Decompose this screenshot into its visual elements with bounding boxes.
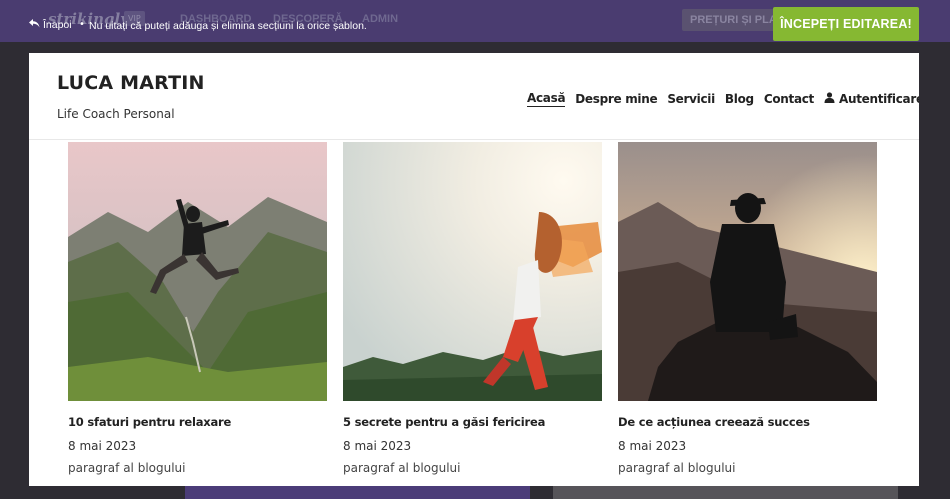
template-hint: Nu uitați că puteți adăuga și elimina se… [89, 20, 367, 32]
blog-post-card[interactable]: 10 sfaturi pentru relaxare 8 mai 2023 pa… [68, 142, 327, 475]
post-date: 8 mai 2023 [343, 439, 412, 453]
back-link[interactable]: Înapoi [29, 19, 72, 31]
template-preview: LUCA MARTIN Life Coach Personal Acasă De… [29, 53, 919, 486]
blog-post-card[interactable]: De ce acțiunea creează succes 8 mai 2023… [618, 142, 877, 475]
nav-login[interactable]: Autentificare [824, 92, 919, 106]
post-date: 8 mai 2023 [618, 439, 687, 453]
site-title: LUCA MARTIN [57, 72, 205, 94]
separator-dot: • [79, 19, 85, 30]
site-nav: Acasă Despre mine Servicii Blog Contact … [527, 91, 919, 107]
post-title[interactable]: 5 secrete pentru a găsi fericirea [343, 415, 602, 429]
post-title[interactable]: De ce acțiunea creează succes [618, 415, 877, 429]
sunset-summit-photo [618, 142, 877, 401]
preview-toolbar: Înapoi • Nu uitați că puteți adăuga și e… [0, 0, 950, 42]
nav-home[interactable]: Acasă [527, 91, 566, 107]
post-excerpt: paragraf al blogului [343, 461, 461, 475]
mountain-jump-photo [68, 142, 327, 401]
post-title[interactable]: 10 sfaturi pentru relaxare [68, 415, 327, 429]
blog-post-card[interactable]: 5 secrete pentru a găsi fericirea 8 mai … [343, 142, 602, 475]
site-header: LUCA MARTIN Life Coach Personal Acasă De… [29, 53, 919, 140]
user-icon [824, 92, 835, 106]
nav-contact[interactable]: Contact [764, 92, 814, 106]
post-excerpt: paragraf al blogului [618, 461, 736, 475]
sunlight-dancer-photo [343, 142, 602, 401]
nav-services[interactable]: Servicii [667, 92, 715, 106]
nav-about[interactable]: Despre mine [575, 92, 657, 106]
back-arrow-icon [29, 19, 40, 31]
background-section-right [553, 486, 898, 499]
post-excerpt: paragraf al blogului [68, 461, 186, 475]
login-label: Autentificare [839, 92, 919, 106]
back-label: Înapoi [43, 19, 72, 31]
background-section-left [185, 486, 530, 499]
start-editing-button[interactable]: ÎNCEPEȚI EDITAREA! [773, 7, 919, 41]
nav-blog[interactable]: Blog [725, 92, 754, 106]
site-tagline: Life Coach Personal [57, 107, 175, 121]
post-date: 8 mai 2023 [68, 439, 137, 453]
blog-posts: 10 sfaturi pentru relaxare 8 mai 2023 pa… [68, 142, 877, 475]
